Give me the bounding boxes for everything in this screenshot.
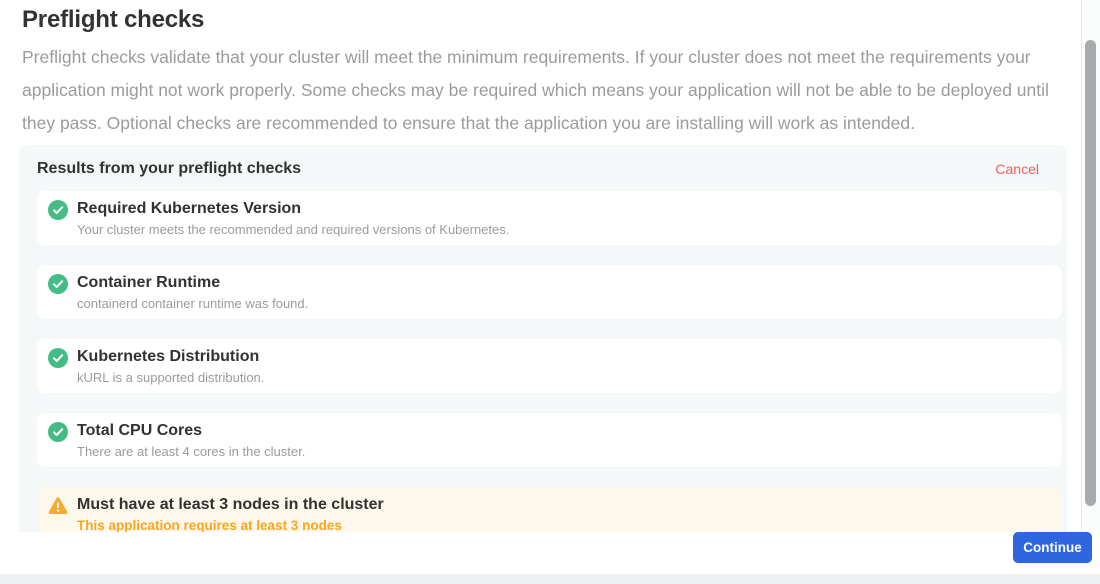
panel-title: Results from your preflight checks bbox=[37, 160, 301, 178]
check-list: Required Kubernetes Version Your cluster… bbox=[19, 191, 1067, 532]
check-card-container-runtime: Container Runtime containerd container r… bbox=[37, 265, 1062, 319]
check-title: Total CPU Cores bbox=[77, 421, 305, 440]
check-message: containerd container runtime was found. bbox=[77, 296, 308, 311]
page-header: Preflight checks Preflight checks valida… bbox=[22, 6, 1062, 140]
check-message: kURL is a supported distribution. bbox=[77, 370, 264, 385]
check-message: Your cluster meets the recommended and r… bbox=[77, 222, 509, 237]
check-card-node-count: Must have at least 3 nodes in the cluste… bbox=[37, 487, 1062, 532]
check-title: Required Kubernetes Version bbox=[77, 199, 509, 218]
panel-header: Results from your preflight checks Cance… bbox=[19, 145, 1067, 191]
warning-triangle-icon bbox=[48, 496, 68, 516]
page-title: Preflight checks bbox=[22, 6, 1062, 34]
scrollbar-thumb[interactable] bbox=[1085, 40, 1096, 506]
check-message: This application requires at least 3 nod… bbox=[77, 518, 384, 532]
check-message: There are at least 4 cores in the cluste… bbox=[77, 444, 305, 459]
check-card-kubernetes-distribution: Kubernetes Distribution kURL is a suppor… bbox=[37, 339, 1062, 393]
preflight-results-panel: Results from your preflight checks Cance… bbox=[19, 145, 1067, 532]
check-title: Must have at least 3 nodes in the cluste… bbox=[77, 495, 384, 514]
check-card-cpu-cores: Total CPU Cores There are at least 4 cor… bbox=[37, 413, 1062, 467]
check-circle-icon bbox=[48, 348, 68, 368]
check-card-kubernetes-version: Required Kubernetes Version Your cluster… bbox=[37, 191, 1062, 245]
check-circle-icon bbox=[48, 422, 68, 442]
check-title: Kubernetes Distribution bbox=[77, 347, 264, 366]
check-title: Container Runtime bbox=[77, 273, 308, 292]
bottom-strip bbox=[0, 574, 1100, 584]
continue-button[interactable]: Continue bbox=[1013, 532, 1092, 563]
check-circle-icon bbox=[48, 274, 68, 294]
page-description: Preflight checks validate that your clus… bbox=[22, 41, 1062, 140]
preflight-page: Preflight checks Preflight checks valida… bbox=[0, 0, 1100, 584]
check-circle-icon bbox=[48, 200, 68, 220]
cancel-link[interactable]: Cancel bbox=[995, 161, 1039, 177]
